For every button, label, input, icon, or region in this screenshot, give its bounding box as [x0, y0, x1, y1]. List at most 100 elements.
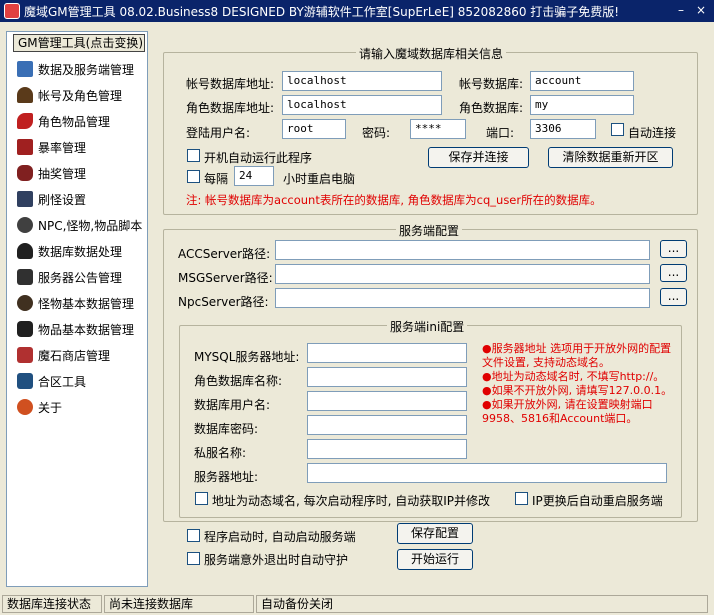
account-db-addr-input[interactable]: localhost: [282, 71, 442, 91]
role-db-addr-input[interactable]: localhost: [282, 95, 442, 115]
sidebar-item-label: 魔石商店管理: [38, 348, 111, 363]
npc-path-input[interactable]: [275, 288, 650, 308]
reboot-hours-input[interactable]: 24: [234, 166, 274, 186]
account-db-label: 帐号数据库:: [459, 77, 524, 91]
account-db-input[interactable]: account: [530, 71, 634, 91]
server-addr-input[interactable]: [307, 463, 667, 483]
sidebar-item[interactable]: 服务器公告管理: [7, 264, 147, 290]
title-bar: 魔域GM管理工具 08.02.Business8 DESIGNED BY游辅软件…: [0, 0, 714, 22]
status-bar: 数据库连接状态 尚未连接数据库 自动备份关闭: [0, 594, 714, 615]
private-name-input[interactable]: [307, 439, 467, 459]
sidebar-item[interactable]: 刷怪设置: [7, 186, 147, 212]
sidebar-item-label: 刷怪设置: [38, 192, 87, 207]
acc-path-label: ACCServer路径:: [178, 247, 271, 261]
role-db-label: 角色数据库:: [459, 101, 524, 115]
db-user-label: 数据库用户名:: [194, 398, 271, 412]
db-pass-input[interactable]: [307, 415, 467, 435]
account-db-addr-label: 帐号数据库地址:: [186, 77, 275, 91]
msg-browse-button[interactable]: ...: [660, 264, 687, 282]
sidebar-item-label: NPC,怪物,物品脚本: [38, 218, 143, 233]
msg-path-input[interactable]: [275, 264, 650, 284]
character-icon: [17, 87, 33, 103]
fist-icon: [17, 165, 33, 181]
role-db-name-input[interactable]: [307, 367, 467, 387]
start-run-button[interactable]: 开始运行: [397, 549, 473, 570]
npc-browse-button[interactable]: ...: [660, 288, 687, 306]
sidebar-toggle-button[interactable]: GM管理工具(点击变换): [13, 34, 145, 52]
auto-start-checkbox[interactable]: [187, 529, 200, 542]
sidebar-item[interactable]: 怪物基本数据管理: [7, 290, 147, 316]
sidebar-item[interactable]: 关于: [7, 394, 147, 420]
close-button[interactable]: ×: [692, 3, 710, 19]
ini-config-title: 服务端ini配置: [387, 318, 468, 335]
sidebar-item[interactable]: 暴率管理: [7, 134, 147, 160]
sidebar-item-label: 合区工具: [38, 374, 87, 389]
merge-icon: [17, 373, 33, 389]
server-tips: ●服务器地址 选项用于开放外网的配置文件设置, 支持动态域名。 ●地址为动态域名…: [482, 342, 677, 426]
acc-browse-button[interactable]: ...: [660, 240, 687, 258]
tip-text: ●如果不开放外网, 请填写127.0.0.1。: [482, 384, 673, 397]
port-label: 端口:: [486, 126, 515, 140]
db-info-title: 请输入魔域数据库相关信息: [356, 45, 507, 62]
sidebar: GM管理工具(点击变换) 数据及服务端管理 帐号及角色管理 角色物品管理暴率管理抽奖…: [6, 31, 148, 587]
window-title: 魔域GM管理工具 08.02.Business8 DESIGNED BY游辅软件…: [24, 4, 620, 19]
sidebar-item[interactable]: 帐号及角色管理: [7, 82, 147, 108]
server-addr-label: 服务器地址:: [194, 470, 259, 484]
mysql-addr-input[interactable]: [307, 343, 467, 363]
sidebar-item[interactable]: 角色物品管理: [7, 108, 147, 134]
npc-icon: [17, 217, 33, 233]
autorun-checkbox[interactable]: [187, 149, 200, 162]
role-db-input[interactable]: my: [530, 95, 634, 115]
sidebar-item[interactable]: 抽奖管理: [7, 160, 147, 186]
every-label: 每隔: [204, 172, 229, 186]
sidebar-item-label: 角色物品管理: [38, 114, 111, 129]
sidebar-item[interactable]: 数据库数据处理: [7, 238, 147, 264]
acc-path-input[interactable]: [275, 240, 650, 260]
app-icon: [4, 3, 20, 19]
shop-icon: [17, 347, 33, 363]
auto-start-label: 程序启动时, 自动启动服务端: [204, 530, 356, 544]
guard-checkbox[interactable]: [187, 552, 200, 565]
role-db-name-label: 角色数据库名称:: [194, 374, 283, 388]
sidebar-item-label: 抽奖管理: [38, 166, 87, 181]
msg-path-label: MSGServer路径:: [178, 271, 273, 285]
item-icon: [17, 321, 33, 337]
sidebar-item-label: 帐号及角色管理: [38, 88, 123, 103]
clear-db-button[interactable]: 清除数据重新开区: [548, 147, 673, 168]
reboot-hours-suffix: 小时重启电脑: [283, 172, 356, 186]
save-config-button[interactable]: 保存配置: [397, 523, 473, 544]
tip-text: ●地址为动态域名时, 不填写http://。: [482, 370, 665, 383]
database-icon: [17, 243, 33, 259]
ip-restart-label: IP更换后自动重启服务端: [532, 494, 663, 508]
sidebar-item[interactable]: NPC,怪物,物品脚本: [7, 212, 147, 238]
dyn-domain-checkbox[interactable]: [195, 492, 208, 505]
db-user-input[interactable]: [307, 391, 467, 411]
password-label: 密码:: [362, 126, 391, 140]
sidebar-item-label: 关于: [38, 400, 63, 415]
announcement-icon: [17, 269, 33, 285]
auto-connect-checkbox[interactable]: [611, 123, 624, 136]
sidebar-item-label: 数据库数据处理: [38, 244, 123, 259]
sidebar-item[interactable]: 数据及服务端管理: [7, 56, 147, 82]
minimize-button[interactable]: –: [672, 3, 690, 19]
sidebar-item[interactable]: 合区工具: [7, 368, 147, 394]
sidebar-item[interactable]: 物品基本数据管理: [7, 316, 147, 342]
user-input[interactable]: root: [282, 119, 346, 139]
reboot-checkbox[interactable]: [187, 170, 200, 183]
book-icon: [17, 61, 33, 77]
status-db-label: 数据库连接状态: [2, 595, 102, 613]
mysql-addr-label: MYSQL服务器地址:: [194, 350, 300, 364]
sidebar-item-label: 数据及服务端管理: [38, 62, 135, 77]
db-note: 注: 帐号数据库为account表所在的数据库, 角色数据库为cq_user所在…: [186, 193, 602, 207]
main-window: 魔域GM管理工具 08.02.Business8 DESIGNED BY游辅软件…: [0, 0, 714, 615]
password-input[interactable]: ****: [410, 119, 466, 139]
server-config-title: 服务端配置: [396, 222, 463, 239]
sidebar-item[interactable]: 魔石商店管理: [7, 342, 147, 368]
ip-restart-checkbox[interactable]: [515, 492, 528, 505]
role-db-addr-label: 角色数据库地址:: [186, 101, 275, 115]
sidebar-item-label: 物品基本数据管理: [38, 322, 135, 337]
tower-icon: [17, 191, 33, 207]
save-connect-button[interactable]: 保存并连接: [428, 147, 529, 168]
port-input[interactable]: 3306: [530, 119, 596, 139]
monster-icon: [17, 295, 33, 311]
